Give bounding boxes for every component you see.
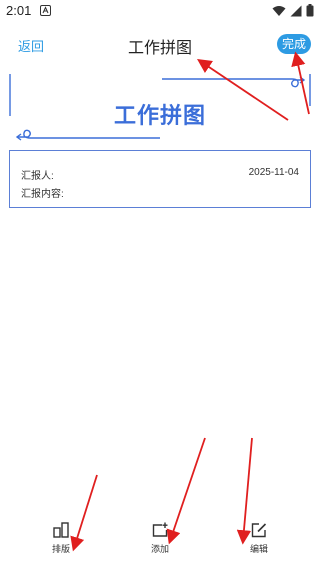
layout-label: 排版 [51,544,70,554]
done-button[interactable]: 完成 [277,34,311,54]
report-content-label: 汇报内容: [21,189,64,200]
edit-label: 编辑 [249,544,268,554]
battery-icon [306,4,314,17]
status-time: 2:01 [6,3,32,18]
edit-icon [251,523,267,538]
add-button[interactable]: 添加 [138,522,182,558]
banner-title: 工作拼图 [113,103,206,128]
back-button[interactable]: 返回 [18,36,44,55]
layout-icon [53,522,69,538]
edit-button[interactable]: 编辑 [237,522,281,558]
status-bar: 2:01 [0,0,320,24]
page-title: 工作拼图 [127,40,192,57]
reporter-label: 汇报人: [21,171,54,182]
status-icons [272,4,314,17]
add-label: 添加 [150,544,169,554]
report-card: 汇报人: 2025-11-04 汇报内容: [9,150,311,208]
report-date: 2025-11-04 [248,167,299,178]
add-icon [152,522,168,537]
notification-icon [40,5,51,16]
signal-icon [290,5,302,16]
wifi-icon [272,5,286,16]
layout-button[interactable]: 排版 [39,522,83,558]
